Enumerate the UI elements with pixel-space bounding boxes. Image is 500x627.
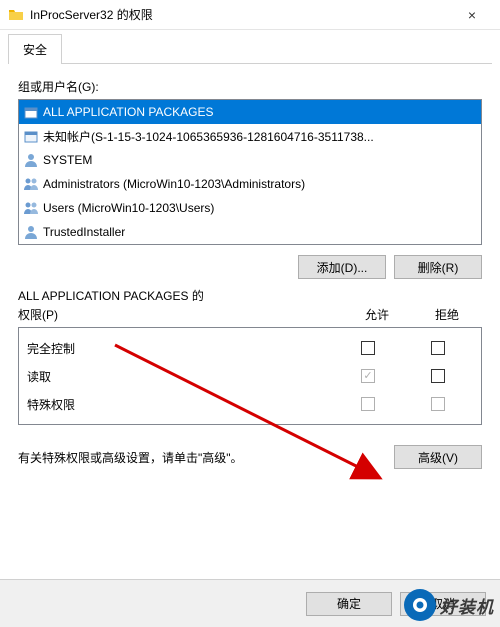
tab-security[interactable]: 安全 [8, 34, 62, 64]
add-button[interactable]: 添加(D)... [298, 255, 386, 279]
group-icon [23, 200, 39, 216]
package-icon [23, 128, 39, 144]
user-icon [23, 152, 39, 168]
list-item-label: 未知帐户(S-1-15-3-1024-1065365936-1281604716… [43, 128, 374, 145]
groups-listbox[interactable]: ALL APPLICATION PACKAGES 未知帐户(S-1-15-3-1… [18, 99, 482, 245]
list-item[interactable]: 未知帐户(S-1-15-3-1024-1065365936-1281604716… [19, 124, 481, 148]
list-item-label: ALL APPLICATION PACKAGES [43, 105, 214, 119]
list-item[interactable]: SYSTEM [19, 148, 481, 172]
list-item[interactable]: Users (MicroWin10-1203\Users) [19, 196, 481, 220]
remove-button[interactable]: 删除(R) [394, 255, 482, 279]
tab-bar: 安全 [0, 34, 500, 64]
permission-row: 完全控制 [27, 334, 473, 362]
col-deny-label: 拒绝 [412, 306, 482, 323]
permission-row: 读取 [27, 362, 473, 390]
list-item-label: Users (MicroWin10-1203\Users) [43, 201, 214, 215]
advanced-button[interactable]: 高级(V) [394, 445, 482, 469]
permission-label: 特殊权限 [27, 396, 333, 413]
watermark-logo-icon [404, 589, 436, 621]
deny-checkbox[interactable] [431, 369, 445, 383]
permission-row: 特殊权限 [27, 390, 473, 418]
listbox-buttons: 添加(D)... 删除(R) [18, 255, 482, 279]
col-allow-label: 允许 [342, 306, 412, 323]
group-icon [23, 176, 39, 192]
package-icon [23, 104, 39, 120]
user-icon [23, 224, 39, 240]
close-button[interactable]: × [452, 7, 492, 23]
groups-label: 组或用户名(G): [18, 78, 482, 95]
advanced-hint: 有关特殊权限或高级设置，请单击"高级"。 [18, 449, 384, 466]
window-title: InProcServer32 的权限 [30, 6, 452, 23]
folder-icon [8, 7, 24, 23]
list-item-label: TrustedInstaller [43, 225, 125, 239]
watermark-text: 好装机 [440, 593, 494, 618]
permissions-box: 完全控制 读取 特殊权限 [18, 327, 482, 425]
list-item-label: Administrators (MicroWin10-1203\Administ… [43, 177, 305, 191]
titlebar: InProcServer32 的权限 × [0, 0, 500, 30]
list-item[interactable]: TrustedInstaller [19, 220, 481, 244]
watermark: 好装机 [404, 589, 494, 621]
ok-button[interactable]: 确定 [306, 592, 392, 616]
list-item[interactable]: Administrators (MicroWin10-1203\Administ… [19, 172, 481, 196]
permission-label: 完全控制 [27, 340, 333, 357]
permissions-header-row: 权限(P) 允许 拒绝 [18, 306, 482, 323]
allow-checkbox[interactable] [361, 341, 375, 355]
content-area: 组或用户名(G): ALL APPLICATION PACKAGES 未知帐户(… [0, 64, 500, 483]
allow-checkbox [361, 397, 375, 411]
advanced-row: 有关特殊权限或高级设置，请单击"高级"。 高级(V) [18, 445, 482, 469]
allow-checkbox[interactable] [361, 369, 375, 383]
deny-checkbox[interactable] [431, 341, 445, 355]
deny-checkbox [431, 397, 445, 411]
tab-spacer [62, 34, 492, 64]
list-item-label: SYSTEM [43, 153, 92, 167]
list-item[interactable]: ALL APPLICATION PACKAGES [19, 100, 481, 124]
permissions-header-prefix: ALL APPLICATION PACKAGES 的 [18, 287, 482, 304]
permission-label: 读取 [27, 368, 333, 385]
permissions-header-label: 权限(P) [18, 306, 342, 323]
